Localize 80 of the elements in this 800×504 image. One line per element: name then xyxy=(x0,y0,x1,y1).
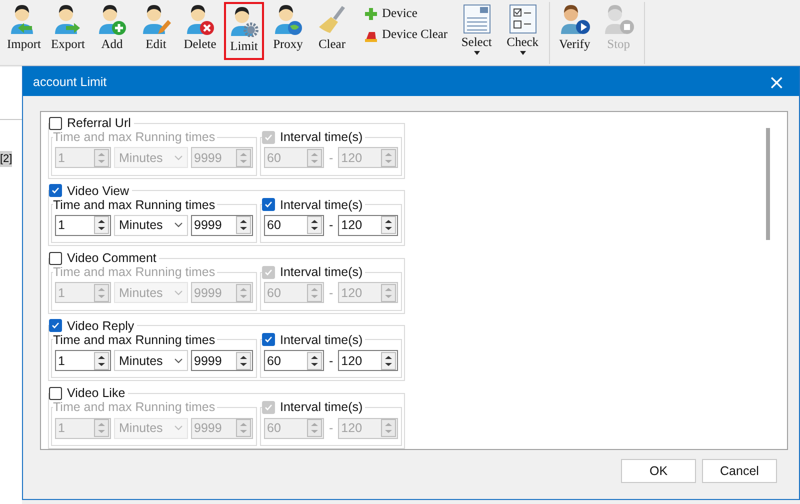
toolbar-button[interactable]: Verify xyxy=(552,2,597,62)
toolbar-button[interactable]: Device Clear xyxy=(364,27,448,42)
number-spinner[interactable]: 1 xyxy=(55,350,111,372)
group-label: Video Reply xyxy=(67,318,134,333)
number-spinner[interactable]: 9999 xyxy=(191,214,253,236)
group-label: Referral Url xyxy=(67,116,131,130)
range-dash: - xyxy=(328,218,334,232)
checkbox[interactable] xyxy=(262,198,275,212)
checkbox[interactable] xyxy=(49,319,62,332)
group-label: Video View xyxy=(67,184,130,198)
toolbar-button[interactable]: Export xyxy=(46,2,90,62)
chevron-down-icon xyxy=(174,290,183,296)
scrollbar-thumb[interactable] xyxy=(766,128,770,240)
plus-icon xyxy=(364,6,378,20)
list-window-icon xyxy=(462,4,491,34)
checkmark-icon xyxy=(264,335,273,344)
group-label: Time and max Running times xyxy=(53,332,216,347)
ok-button[interactable]: OK xyxy=(621,459,696,483)
number-spinner[interactable]: 120 xyxy=(338,214,398,236)
user-icon xyxy=(96,3,128,35)
checkmark-icon xyxy=(264,268,273,277)
cancel-button[interactable]: Cancel xyxy=(702,459,777,483)
user-play-icon xyxy=(558,3,591,35)
toolbar-button[interactable]: Proxy xyxy=(266,2,310,62)
unit-dropdown[interactable]: Minutes xyxy=(114,214,188,236)
caret-icon xyxy=(474,51,480,55)
toolbar-button[interactable]: Limit xyxy=(224,2,264,60)
toolbar-button[interactable]: Delete xyxy=(178,2,222,62)
group-label: Interval time(s) xyxy=(280,130,363,144)
dialog-title: account Limit xyxy=(33,74,107,88)
group-label: Video Like xyxy=(67,386,126,400)
group-label: Interval time(s) xyxy=(280,265,363,280)
checkmark-icon xyxy=(51,321,60,330)
chevron-down-icon xyxy=(174,358,183,364)
chevron-down-icon xyxy=(174,425,183,432)
checkmark-icon xyxy=(264,402,273,412)
checkmark-icon xyxy=(264,200,273,210)
checkmark-icon xyxy=(51,186,60,196)
number-spinner[interactable]: 120 xyxy=(338,350,398,372)
user-icon xyxy=(140,3,172,35)
checklist-icon xyxy=(508,4,537,34)
checkbox[interactable] xyxy=(49,116,62,130)
group-label: Time and max Running times xyxy=(53,400,216,414)
range-dash: - xyxy=(328,421,334,436)
toolbar-button[interactable]: Device xyxy=(364,6,448,21)
chevron-down-icon xyxy=(174,222,183,228)
user-gear-icon xyxy=(228,5,260,37)
checkbox[interactable] xyxy=(49,252,62,265)
unit-dropdown[interactable]: Minutes xyxy=(114,350,188,372)
dropdown-button[interactable]: Select xyxy=(454,2,500,66)
group-label: Interval time(s) xyxy=(280,198,363,212)
user-stop-icon xyxy=(602,3,635,35)
group-label: Time and max Running times xyxy=(53,265,216,280)
user-icon xyxy=(184,3,216,35)
dropdown-button[interactable]: Check xyxy=(500,2,546,66)
range-dash: - xyxy=(328,354,334,368)
group-label: Interval time(s) xyxy=(280,400,363,414)
user-icon xyxy=(272,3,304,35)
group-label: Interval time(s) xyxy=(280,332,363,347)
table-cell: [2] xyxy=(0,151,12,167)
caret-icon xyxy=(520,51,526,55)
checkbox[interactable] xyxy=(262,333,275,346)
range-dash: - xyxy=(328,286,334,300)
checkbox[interactable] xyxy=(49,184,62,198)
toolbar-button[interactable]: Import xyxy=(2,2,46,62)
range-dash: - xyxy=(328,150,334,165)
checkbox[interactable] xyxy=(49,386,62,400)
number-spinner[interactable]: 9999 xyxy=(191,350,253,372)
number-spinner[interactable]: 1 xyxy=(55,214,111,236)
close-button[interactable]: × xyxy=(768,72,785,92)
number-spinner[interactable]: 60 xyxy=(264,214,324,236)
group-label: Time and max Running times xyxy=(53,198,216,212)
toolbar-button[interactable]: Add xyxy=(90,2,134,62)
number-spinner[interactable]: 60 xyxy=(264,350,324,372)
checkmark-icon xyxy=(264,132,273,142)
group-label: Video Comment xyxy=(67,251,156,266)
toolbar-button[interactable]: Edit xyxy=(134,2,178,62)
toolbar-button[interactable]: Clear xyxy=(310,2,354,62)
group-label: Time and max Running times xyxy=(53,130,216,144)
chevron-down-icon xyxy=(174,154,183,161)
